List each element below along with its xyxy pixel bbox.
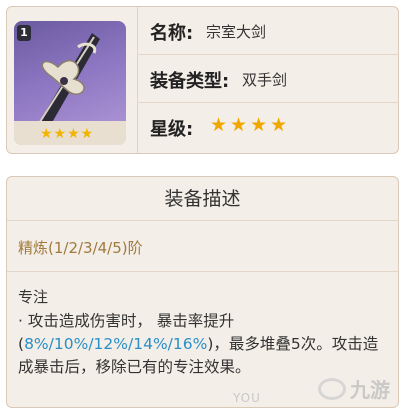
name-row: 名称: 宗室大剑: [138, 7, 398, 55]
name-value: 宗室大剑: [206, 23, 267, 41]
description-header: 装备描述: [7, 177, 398, 221]
skill-text: · 攻击造成伤害时， 暴击率提升(8%/10%/12%/14%/16%)，最多堆…: [18, 310, 388, 379]
rarity-row: 星级: ★★★★: [138, 103, 398, 151]
skill-text-highlight: 8%/10%/12%/14%/16%: [24, 335, 208, 353]
watermark-text: 九游: [350, 378, 390, 402]
weapon-info-card: 1 ★★★★ 名称: 宗室大剑 装备类型: 双手剑 星级: ★★★★: [6, 6, 399, 154]
level-badge: 1: [17, 25, 31, 41]
type-row: 装备类型: 双手剑: [138, 55, 398, 103]
skill-name: 专注: [18, 288, 49, 306]
watermark-logo-icon: [318, 377, 346, 400]
weapon-image: 1 ★★★★: [14, 21, 126, 145]
name-label: 名称:: [150, 23, 194, 44]
thumbnail-stars: ★★★★: [40, 126, 95, 142]
weapon-thumbnail-frame: 1 ★★★★: [7, 7, 138, 153]
rarity-label: 星级:: [150, 119, 194, 140]
description-card: 装备描述 精炼(1/2/3/4/5)阶 专注 · 攻击造成伤害时， 暴击率提升(…: [6, 176, 399, 408]
watermark-sub: YOU: [233, 391, 261, 405]
watermark: 九游: [318, 374, 390, 403]
rarity-stars: ★★★★: [210, 114, 291, 136]
type-value: 双手剑: [242, 71, 288, 89]
type-label: 装备类型:: [150, 71, 230, 92]
refinement-label: 精炼(1/2/3/4/5)阶: [18, 239, 143, 257]
